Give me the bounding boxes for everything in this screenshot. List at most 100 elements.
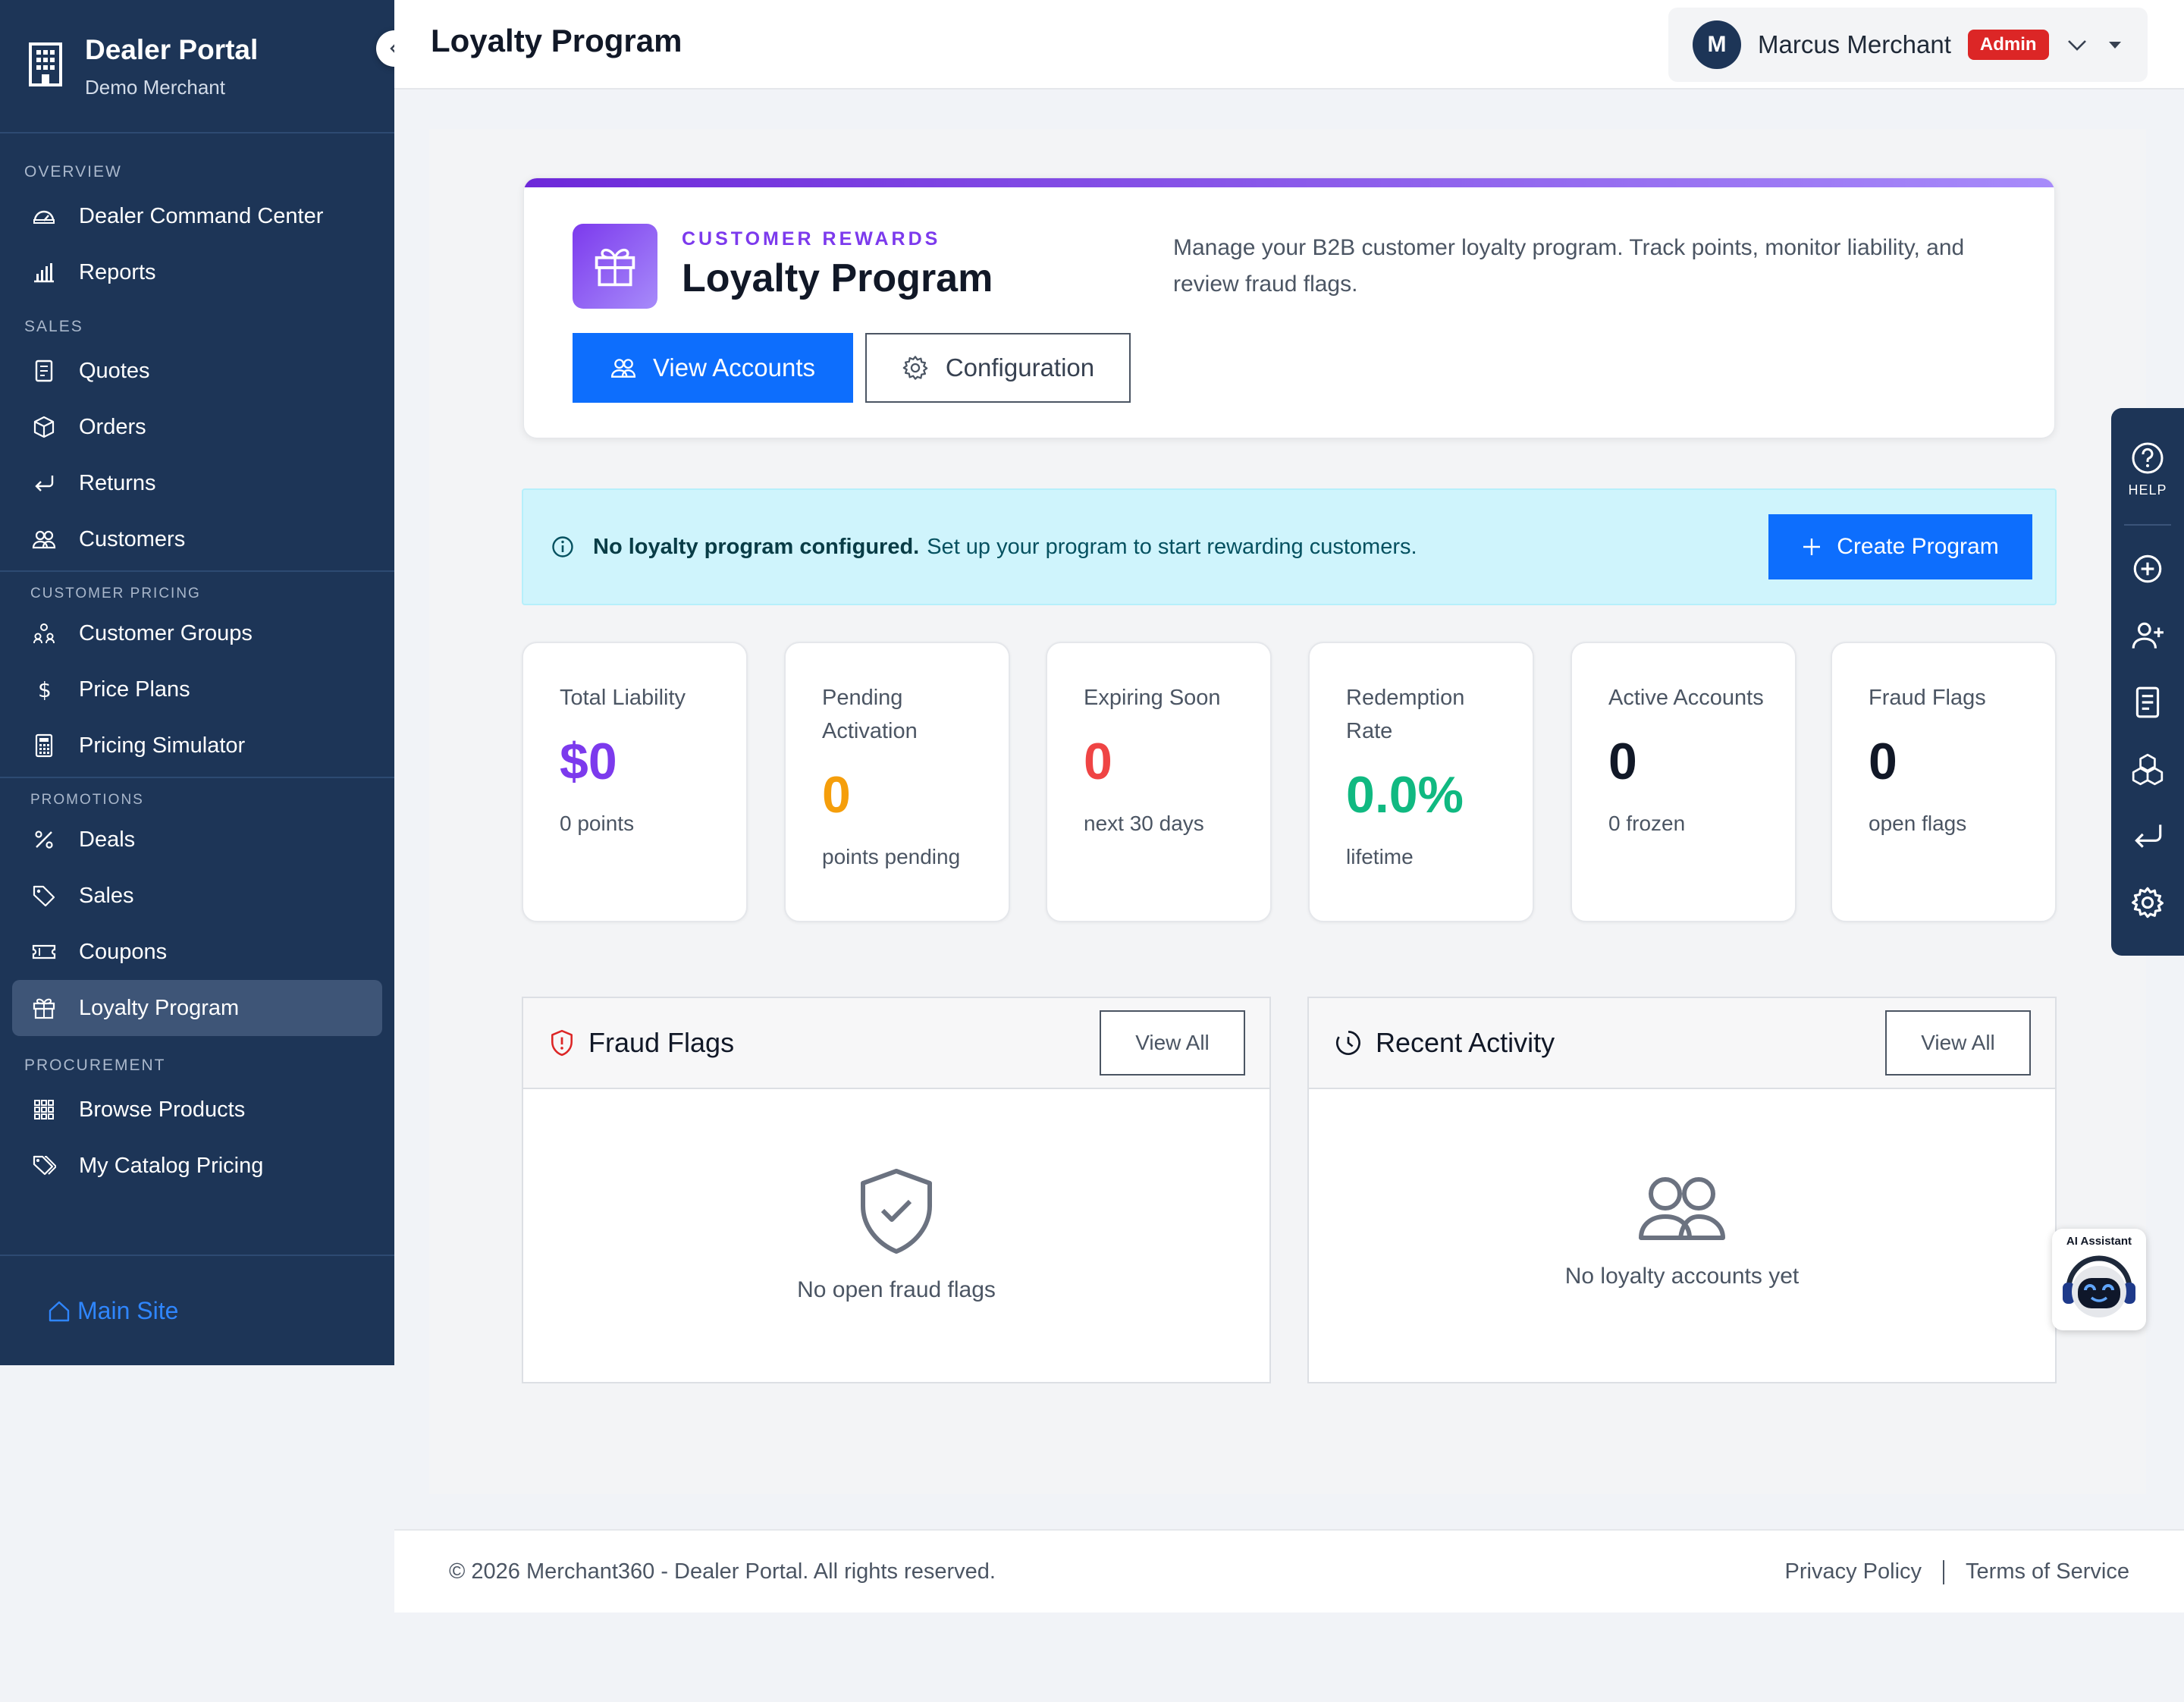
sidebar-item-dealer-command-center[interactable]: Dealer Command Center <box>0 188 394 244</box>
help-icon[interactable] <box>2131 441 2164 475</box>
empty-state-text: No open fraud flags <box>797 1277 996 1302</box>
sidebar-item-label: Reports <box>79 259 156 284</box>
sidebar-item-browse-products[interactable]: Browse Products <box>0 1082 394 1138</box>
nav-section-customer-pricing: CUSTOMER PRICING <box>30 586 201 601</box>
sidebar-item-label: Quotes <box>79 358 150 383</box>
stat-value: 0 <box>1869 733 1897 790</box>
stat-label: Expiring Soon <box>1084 686 1221 710</box>
boxes-icon[interactable] <box>2130 752 2165 787</box>
role-badge: Admin <box>1967 30 2049 60</box>
document-icon[interactable] <box>2130 685 2165 720</box>
clock-icon <box>1336 1031 1360 1055</box>
panel-body: No open fraud flags <box>523 1089 1269 1303</box>
sidebar: Dealer Portal Demo Merchant OVERVIEW Dea… <box>0 0 394 1365</box>
home-icon <box>49 1301 70 1321</box>
sidebar-item-quotes[interactable]: Quotes <box>0 343 394 399</box>
sidebar-item-customers[interactable]: Customers <box>0 511 394 567</box>
stat-sub: 0 frozen <box>1608 812 1686 835</box>
sidebar-item-price-plans[interactable]: $ Price Plans <box>0 661 394 718</box>
terms-of-service-link[interactable]: Terms of Service <box>1966 1559 2129 1584</box>
sidebar-item-label: Browse Products <box>79 1097 246 1122</box>
document-icon <box>35 360 53 382</box>
sidebar-item-label: Dealer Command Center <box>79 203 324 228</box>
create-program-button[interactable]: Create Program <box>1768 514 2032 579</box>
building-icon <box>29 42 62 86</box>
bar-chart-icon <box>34 263 54 283</box>
hero-description: Manage your B2B customer loyalty program… <box>1173 235 1965 297</box>
tags-icon <box>33 1155 56 1176</box>
help-label: HELP <box>2128 482 2167 498</box>
hero-accent-bar <box>524 178 2054 187</box>
sidebar-footer: Main Site <box>0 1255 394 1325</box>
create-program-label: Create Program <box>1837 534 1999 559</box>
stat-sub: points pending <box>822 845 961 868</box>
shield-check-icon <box>861 1169 932 1254</box>
view-accounts-button[interactable]: View Accounts <box>573 333 853 403</box>
sidebar-item-label: Deals <box>79 827 136 852</box>
gear-icon[interactable] <box>2130 885 2165 920</box>
sidebar-item-reports[interactable]: Reports <box>0 244 394 300</box>
return-arrow-icon[interactable] <box>2130 818 2165 853</box>
ai-assistant-button[interactable]: AI Assistant <box>2052 1229 2146 1330</box>
plus-circle-icon[interactable] <box>2130 551 2165 586</box>
top-header: Loyalty Program M Marcus Merchant Admin <box>394 0 2184 89</box>
sidebar-item-orders[interactable]: Orders <box>0 399 394 455</box>
gift-icon <box>573 224 657 309</box>
help-rail: HELP <box>2111 408 2184 956</box>
people-icon <box>610 359 636 378</box>
nav-section-promotions: PROMOTIONS <box>30 792 144 808</box>
stat-card-expiring-soon: Expiring Soon 0 next 30 days <box>1046 642 1272 922</box>
panel-body: No loyalty accounts yet <box>1309 1089 2055 1289</box>
add-user-icon[interactable] <box>2130 618 2165 653</box>
shield-alert-icon <box>551 1029 573 1057</box>
privacy-policy-link[interactable]: Privacy Policy <box>1785 1559 1922 1584</box>
sidebar-item-my-catalog-pricing[interactable]: My Catalog Pricing <box>0 1138 394 1194</box>
footer-divider <box>1943 1559 1945 1584</box>
sidebar-item-coupons[interactable]: Coupons <box>0 924 394 980</box>
gift-icon <box>33 998 55 1019</box>
people-icon <box>32 530 56 549</box>
brand-subtitle: Demo Merchant <box>85 76 225 99</box>
main-site-link[interactable]: Main Site <box>47 1297 394 1325</box>
sidebar-item-customer-groups[interactable]: Customer Groups <box>0 605 394 661</box>
sidebar-item-label: Sales <box>79 883 134 908</box>
stat-label: Pending Activation <box>822 686 918 743</box>
configuration-button[interactable]: Configuration <box>865 333 1131 403</box>
activity-view-all-button[interactable]: View All <box>1885 1010 2031 1076</box>
nav-section-sales: SALES <box>24 318 83 335</box>
chevron-down-icon <box>2067 40 2086 51</box>
user-name: Marcus Merchant <box>1758 30 1951 58</box>
dashboard-icon <box>33 210 55 224</box>
rail-divider <box>2124 524 2171 526</box>
caret-down-icon <box>2108 42 2121 49</box>
copyright-text: © 2026 Merchant360 - Dealer Portal. All … <box>449 1559 996 1584</box>
stat-value: 0 <box>1608 733 1637 790</box>
stat-sub: next 30 days <box>1084 812 1204 835</box>
sidebar-item-returns[interactable]: Returns <box>0 455 394 511</box>
stat-label: Fraud Flags <box>1869 686 1986 710</box>
sidebar-item-label: My Catalog Pricing <box>79 1153 264 1178</box>
sidebar-item-sales[interactable]: Sales <box>0 868 394 924</box>
ticket-icon <box>32 944 56 959</box>
sidebar-item-pricing-simulator[interactable]: Pricing Simulator <box>0 718 394 774</box>
sidebar-item-label: Loyalty Program <box>79 995 240 1020</box>
calculator-icon <box>35 733 53 758</box>
percent-icon <box>35 831 53 849</box>
nav-section-procurement: PROCUREMENT <box>24 1057 166 1074</box>
fraud-view-all-button[interactable]: View All <box>1100 1010 1245 1076</box>
recent-activity-panel: Recent Activity View All No loyalty acco… <box>1307 997 2057 1383</box>
user-menu[interactable]: M Marcus Merchant Admin <box>1668 8 2148 82</box>
sidebar-item-label: Coupons <box>79 939 168 964</box>
box-icon <box>33 416 55 438</box>
svg-text:$: $ <box>38 677 52 702</box>
ai-assistant-label: AI Assistant <box>2066 1235 2132 1248</box>
info-icon <box>552 536 573 557</box>
sidebar-item-loyalty-program[interactable]: Loyalty Program <box>12 980 382 1036</box>
return-arrow-icon <box>35 476 54 491</box>
avatar: M <box>1693 20 1741 69</box>
stat-label: Active Accounts <box>1608 686 1764 710</box>
stat-card-pending-activation: Pending Activation 0 points pending <box>784 642 1010 922</box>
sidebar-item-deals[interactable]: Deals <box>0 812 394 868</box>
main-site-label: Main Site <box>77 1297 179 1324</box>
stat-sub: 0 points <box>560 812 635 835</box>
